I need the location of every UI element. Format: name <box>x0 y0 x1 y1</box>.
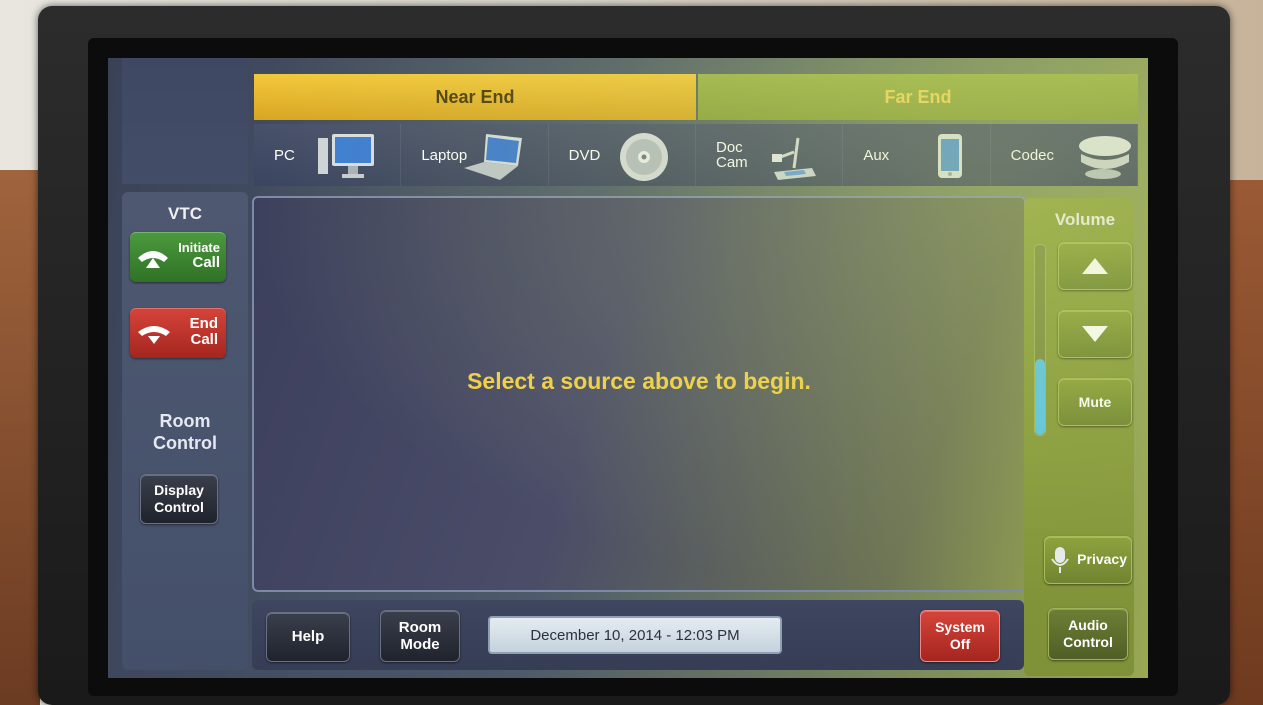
datetime-display: December 10, 2014 - 12:03 PM <box>488 616 782 654</box>
display-control-line2: Control <box>154 499 204 515</box>
bottom-bar: Help Room Mode December 10, 2014 - 12:03… <box>252 600 1024 670</box>
display-control-button[interactable]: Display Control <box>140 474 218 524</box>
audio-control-line1: Audio <box>1068 617 1108 633</box>
end-call-button[interactable]: End Call <box>130 308 226 358</box>
codec-icon <box>1077 132 1133 186</box>
phone-handset-icon <box>134 242 172 277</box>
source-codec-label: Codec <box>1010 146 1054 164</box>
source-dvd-button[interactable]: DVD <box>549 124 696 186</box>
left-panel-header <box>122 58 248 184</box>
room-control-line1: Room <box>159 411 211 431</box>
help-button[interactable]: Help <box>266 612 350 662</box>
arrow-up-icon <box>1081 257 1109 280</box>
microphone-icon <box>1049 545 1071 580</box>
right-panel: Volume Mute Privacy <box>1024 198 1134 676</box>
privacy-label: Privacy <box>1077 551 1127 567</box>
mute-button[interactable]: Mute <box>1058 378 1132 426</box>
system-off-line2: Off <box>949 636 971 652</box>
monitor-icon <box>316 132 378 184</box>
main-preview-area: Select a source above to begin. <box>252 196 1026 592</box>
select-source-message: Select a source above to begin. <box>467 368 811 394</box>
display-control-line1: Display <box>154 482 204 498</box>
room-mode-button[interactable]: Room Mode <box>380 610 460 662</box>
laptop-icon <box>456 132 526 188</box>
room-mode-line1: Room <box>398 619 442 636</box>
source-laptop-button[interactable]: Laptop <box>401 124 549 188</box>
touch-panel-screen: Near End Far End PC Laptop DVD Doc Cam A… <box>108 58 1148 678</box>
initiate-call-button[interactable]: Initiate Call <box>130 232 226 282</box>
volume-slider[interactable] <box>1034 244 1046 436</box>
document-camera-icon <box>764 132 820 186</box>
audio-control-line2: Control <box>1063 634 1113 650</box>
room-control-heading: Room Control <box>122 410 248 454</box>
audio-control-button[interactable]: Audio Control <box>1048 608 1128 660</box>
tab-near-end[interactable]: Near End <box>254 74 696 120</box>
system-off-button[interactable]: System Off <box>920 610 1000 662</box>
volume-heading: Volume <box>1054 210 1116 229</box>
volume-up-button[interactable] <box>1058 242 1132 290</box>
vtc-heading: VTC <box>168 204 202 223</box>
room-mode-line2: Mode <box>400 636 440 653</box>
source-pc-button[interactable]: PC <box>254 124 402 186</box>
end-call-line2: Call <box>190 331 218 348</box>
privacy-button[interactable]: Privacy <box>1044 536 1132 584</box>
source-doc-cam-button[interactable]: Doc Cam <box>696 124 844 186</box>
initiate-call-line2: Call <box>192 254 220 271</box>
source-pc-label: PC <box>274 146 295 164</box>
initiate-call-line1: Initiate <box>178 240 220 255</box>
source-aux-label: Aux <box>863 146 890 164</box>
source-codec-button[interactable]: Codec <box>991 124 1138 186</box>
volume-down-button[interactable] <box>1058 310 1132 358</box>
tab-far-end[interactable]: Far End <box>698 74 1138 120</box>
room-control-line2: Control <box>153 433 217 453</box>
disc-icon <box>615 132 673 186</box>
end-call-line1: End <box>189 315 218 332</box>
system-off-line1: System <box>935 619 985 635</box>
desk-left <box>0 170 40 705</box>
source-bar: PC Laptop DVD Doc Cam Aux Codec <box>254 124 1138 186</box>
phone-icon <box>932 132 968 186</box>
source-aux-button[interactable]: Aux <box>843 124 991 186</box>
arrow-down-icon <box>1081 325 1109 348</box>
source-doc-cam-label: Doc Cam <box>715 139 748 171</box>
phone-hangup-icon <box>136 322 172 351</box>
left-panel: VTC Initiate Call End Call Room Control <box>122 192 248 670</box>
source-dvd-label: DVD <box>568 146 601 164</box>
volume-level-fill <box>1035 359 1045 435</box>
